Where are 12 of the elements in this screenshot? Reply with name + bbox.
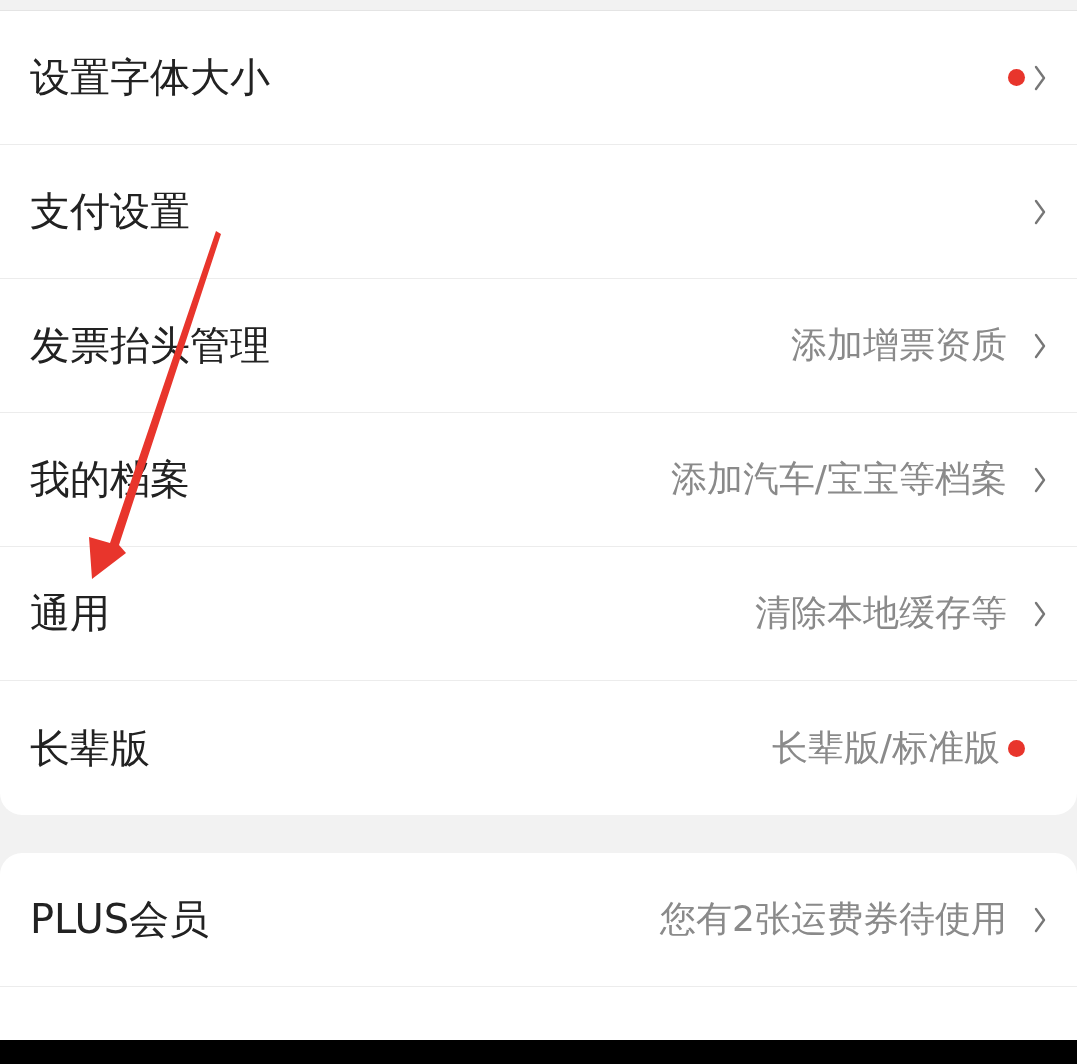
row-label: 支付设置 <box>30 187 190 236</box>
row-label: 长辈版 <box>30 723 150 773</box>
settings-row[interactable]: 设置字体大小 <box>0 11 1077 145</box>
row-value: 添加汽车/宝宝等档案 <box>670 457 1007 501</box>
row-value: 您有2张运费券待使用 <box>660 897 1007 941</box>
row-label: 通用 <box>30 589 110 638</box>
row-label: 设置字体大小 <box>30 53 270 102</box>
row-value: 添加增票资质 <box>791 323 1007 367</box>
settings-row[interactable]: 长辈版 长辈版/标准版 <box>0 681 1077 815</box>
row-value: 长辈版/标准版 <box>771 725 1000 770</box>
row-label: PLUS会员 <box>30 895 210 944</box>
row-value: 清除本地缓存等 <box>755 591 1007 635</box>
